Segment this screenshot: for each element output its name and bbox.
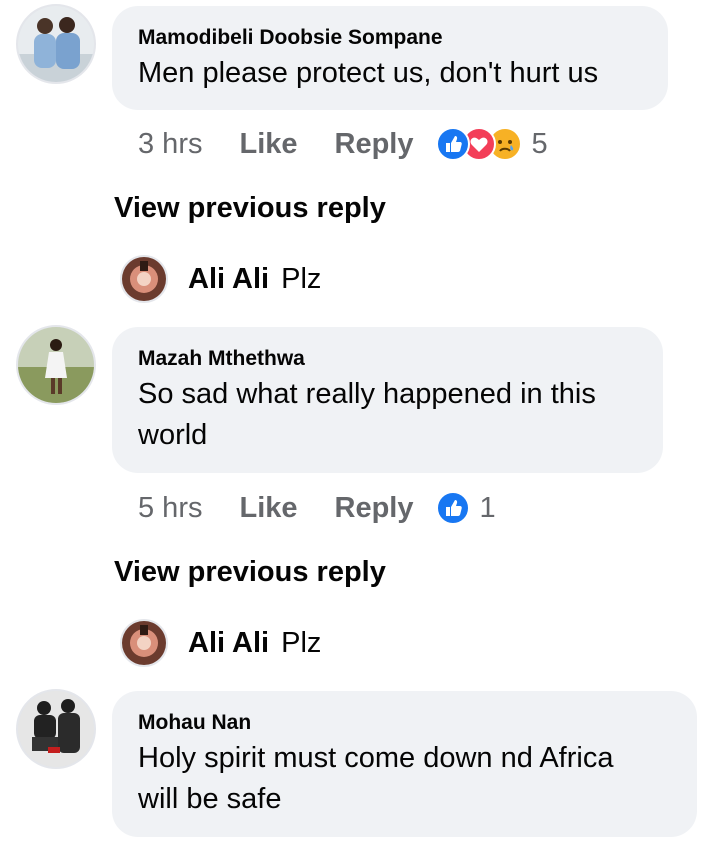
avatar[interactable] <box>16 325 96 405</box>
reaction-count: 5 <box>531 127 548 160</box>
reactions-summary[interactable]: 5 <box>435 127 548 161</box>
reaction-count: 1 <box>479 491 496 524</box>
reply-button[interactable]: Reply <box>335 128 414 161</box>
comment-author[interactable]: Mohau Nan <box>138 710 673 736</box>
comment-bubble: Mazah Mthethwa So sad what really happen… <box>112 327 663 473</box>
reply-button[interactable]: Reply <box>335 492 414 525</box>
comment-author[interactable]: Mazah Mthethwa <box>138 346 639 372</box>
like-icon <box>435 491 470 525</box>
timestamp[interactable]: 5 hrs <box>138 492 202 525</box>
comment-text-line: So sad what really happened in this <box>138 378 596 410</box>
comment-text-line: world <box>138 419 208 451</box>
view-previous-reply-link[interactable]: View previous reply <box>114 192 386 225</box>
reply-preview[interactable]: Ali Ali Plz <box>120 619 321 667</box>
reply-author[interactable]: Ali Ali <box>188 263 269 296</box>
comment-meta: 3 hrs Like Reply 5 <box>138 124 548 164</box>
view-previous-reply-link[interactable]: View previous reply <box>114 556 386 589</box>
avatar[interactable] <box>120 255 168 303</box>
avatar[interactable] <box>120 619 168 667</box>
like-button[interactable]: Like <box>239 128 297 161</box>
comment-bubble: Mamodibeli Doobsie Sompane Men please pr… <box>112 6 668 110</box>
reply-text: Plz <box>281 626 322 659</box>
like-button[interactable]: Like <box>239 492 297 525</box>
avatar[interactable] <box>16 4 96 84</box>
comment-author[interactable]: Mamodibeli Doobsie Sompane <box>138 25 644 51</box>
reply-preview[interactable]: Ali Ali Plz <box>120 255 321 303</box>
avatar[interactable] <box>16 689 96 769</box>
like-icon <box>435 127 470 161</box>
reply-author[interactable]: Ali Ali <box>188 627 269 660</box>
reactions-summary[interactable]: 1 <box>435 491 496 525</box>
reply-text: Plz <box>281 262 322 295</box>
comment-text-line: Holy spirit must come down nd Africa <box>138 742 614 774</box>
comment-meta: 5 hrs Like Reply 1 <box>138 488 496 528</box>
timestamp[interactable]: 3 hrs <box>138 128 202 161</box>
comment-text-line: will be safe <box>138 783 282 815</box>
comment-bubble: Mohau Nan Holy spirit must come down nd … <box>112 691 697 837</box>
comment-text: Men please protect us, don't hurt us <box>138 57 599 89</box>
